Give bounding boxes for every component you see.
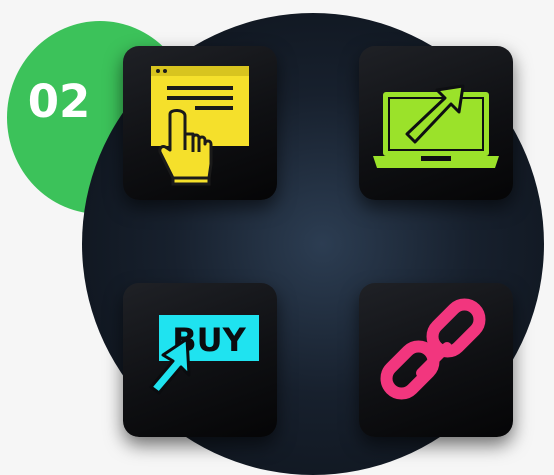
buy-cursor-icon: BUY — [149, 315, 259, 395]
step-number: 02 — [27, 74, 91, 128]
laptop-arrow-icon — [373, 84, 499, 168]
tile-website-click — [123, 46, 277, 200]
link-chain-icon — [380, 298, 486, 400]
browser-pointer-hand-icon — [151, 66, 249, 186]
tile-buy-button: BUY — [123, 283, 277, 437]
tile-chain-link — [359, 283, 513, 437]
tile-laptop-growth — [359, 46, 513, 200]
step-badge-label-wrap: 02 — [7, 21, 111, 181]
